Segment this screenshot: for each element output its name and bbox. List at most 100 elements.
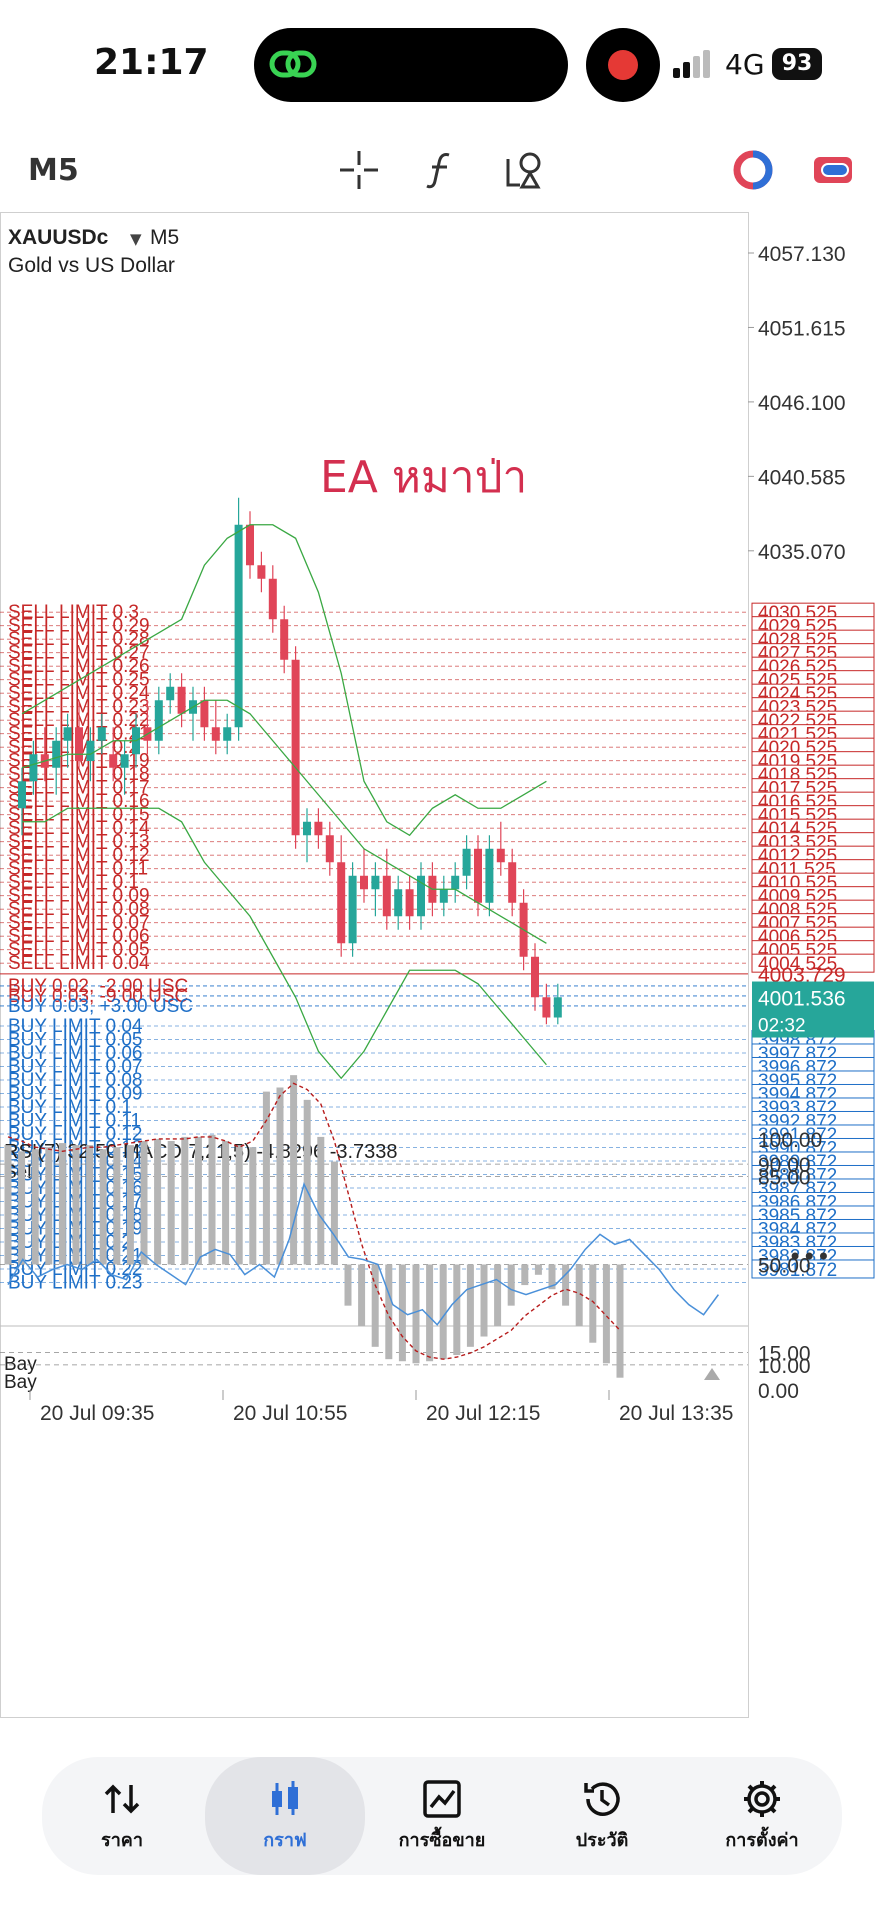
macd-histogram-bar xyxy=(344,1264,352,1306)
candle-body xyxy=(166,686,175,701)
trade-icon xyxy=(814,157,852,183)
candle-body xyxy=(246,524,254,566)
macd-histogram-bar xyxy=(154,1138,162,1265)
history-icon xyxy=(584,1782,620,1816)
nav-settings-label: การตั้งค่า xyxy=(725,1830,799,1851)
macd-histogram-bar xyxy=(330,1161,338,1265)
nav-settings[interactable]: การตั้งค่า xyxy=(682,1757,842,1875)
candle-body xyxy=(462,848,471,876)
macd-histogram-bar xyxy=(194,1136,202,1265)
candle-body xyxy=(553,997,562,1018)
macd-histogram-bar xyxy=(140,1141,148,1265)
indicators-button[interactable] xyxy=(416,145,466,195)
bottom-navigation: ราคา กราฟ การซื้อขาย ประวัติ การตั้งค่า xyxy=(42,1757,842,1875)
candle-body xyxy=(360,875,368,890)
macd-histogram-bar xyxy=(303,1099,311,1265)
ea-annotation: EA หมาป่า xyxy=(320,452,527,503)
indicator-level-label: 0.00 xyxy=(758,1380,799,1403)
nav-price-label: ราคา xyxy=(101,1830,143,1851)
crosshair-icon xyxy=(340,151,378,189)
dynamic-island xyxy=(254,28,568,102)
network-type: 4G xyxy=(725,48,765,81)
macd-histogram-bar xyxy=(317,1136,325,1265)
macd-histogram-bar xyxy=(371,1264,379,1347)
crosshair-button[interactable] xyxy=(334,145,384,195)
macd-histogram-bar xyxy=(290,1075,298,1265)
nav-price[interactable]: ราคา xyxy=(42,1757,202,1875)
nav-trade-label: การซื้อขาย xyxy=(398,1830,486,1851)
price-chart[interactable]: 4057.130 4051.615 4046.100 4040.585 4035.070… xyxy=(0,212,884,1722)
battery-level: 93 xyxy=(772,48,822,80)
symbol-timeframe: M5 xyxy=(150,226,179,249)
record-indicator xyxy=(586,28,660,102)
price-axis-label: 4057.130 xyxy=(758,243,846,266)
chart-area[interactable]: 4057.130 4051.615 4046.100 4040.585 4035.070… xyxy=(0,212,884,1722)
time-axis-label: 20 Jul 10:55 xyxy=(233,1402,347,1425)
macd-histogram-bar xyxy=(126,1145,134,1265)
candle-body xyxy=(177,686,186,714)
nav-trade[interactable]: การซื้อขาย xyxy=(362,1757,522,1875)
macd-histogram-bar xyxy=(480,1264,488,1337)
arrows-updown-icon xyxy=(104,1784,140,1814)
macd-histogram-bar xyxy=(521,1264,529,1286)
objects-button[interactable] xyxy=(500,145,550,195)
symbol-description: Gold vs US Dollar xyxy=(8,254,175,277)
price-axis-label: 4046.100 xyxy=(758,392,846,415)
indicator-level-label: 50.00 xyxy=(758,1255,811,1278)
macd-histogram-bar xyxy=(358,1264,366,1327)
price-axis-label: 4040.585 xyxy=(758,466,846,489)
candle-body xyxy=(200,700,209,728)
macd-histogram-bar xyxy=(45,1147,53,1265)
status-time: 21:17 xyxy=(94,42,209,83)
function-icon xyxy=(426,153,450,189)
macd-histogram-bar xyxy=(181,1136,189,1265)
macd-histogram-bar xyxy=(534,1264,542,1275)
trade-button[interactable] xyxy=(808,145,858,195)
timeframe-button[interactable]: M5 xyxy=(28,153,79,188)
candle-body xyxy=(485,848,494,903)
macd-histogram-bar xyxy=(18,1151,26,1265)
time-axis-label: 20 Jul 09:35 xyxy=(40,1402,154,1425)
price-axis-label: 4051.615 xyxy=(758,317,846,340)
macd-histogram-bar xyxy=(276,1087,284,1265)
status-bar: 21:17 4G 93 xyxy=(0,0,884,130)
candle-body xyxy=(75,727,83,762)
candle-body xyxy=(234,524,243,728)
macd-histogram-bar xyxy=(72,1145,80,1265)
symbol-dropdown-icon: ▼ xyxy=(130,230,142,248)
candle-body xyxy=(337,862,346,944)
candle-body xyxy=(325,835,334,863)
candle-body xyxy=(303,821,311,836)
macd-histogram-bar xyxy=(562,1264,570,1306)
candle-body xyxy=(109,754,118,768)
candle-body xyxy=(542,997,551,1018)
candle-body xyxy=(439,889,448,903)
link-icon xyxy=(269,50,317,78)
buy-position-label: BUY 0.03, +3.00 USC xyxy=(8,996,193,1017)
price-axis-label: 4035.070 xyxy=(758,541,846,564)
candle-body xyxy=(291,659,300,836)
macd-histogram-bar xyxy=(412,1264,420,1364)
candle-body xyxy=(280,619,289,660)
macd-histogram-bar xyxy=(222,1141,230,1265)
symbol-label: XAUUSDc xyxy=(8,226,109,249)
macd-histogram-bar xyxy=(249,1147,257,1265)
candle-body xyxy=(29,754,38,782)
bar-countdown: 02:32 xyxy=(758,1016,806,1037)
candle-body xyxy=(371,875,380,890)
candle-body xyxy=(154,700,163,741)
candle-body xyxy=(120,754,129,768)
macd-histogram-bar xyxy=(507,1264,515,1306)
macd-histogram-bar xyxy=(453,1264,461,1356)
nav-history[interactable]: ประวัติ xyxy=(522,1757,682,1875)
candle-body xyxy=(405,889,414,917)
one-click-trading-button[interactable] xyxy=(728,145,778,195)
nav-chart[interactable]: กราฟ xyxy=(205,1757,365,1875)
candle-body xyxy=(496,848,505,863)
candle-body xyxy=(508,862,517,903)
time-axis-label: 20 Jul 12:15 xyxy=(426,1402,540,1425)
candle-body xyxy=(531,956,539,998)
macd-histogram-bar xyxy=(589,1264,597,1343)
macd-histogram-bar xyxy=(235,1145,243,1265)
candle-body xyxy=(474,848,482,903)
